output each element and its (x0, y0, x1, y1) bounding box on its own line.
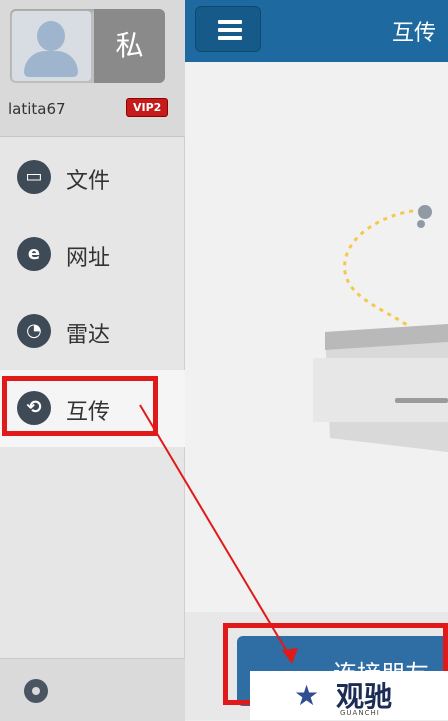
sidebar-footer (0, 658, 185, 721)
page-title: 互传 (391, 21, 436, 46)
profile-panel: 私 latita67 VIP2 (0, 0, 185, 137)
watermark: ★ 观驰 GUANCHI (250, 671, 448, 720)
username-label: latita67 (8, 100, 66, 118)
browser-e-icon: e (17, 237, 51, 271)
gear-icon[interactable] (24, 679, 48, 703)
avatar[interactable] (12, 11, 91, 81)
transfer-illustration (313, 205, 448, 452)
menu-icon (218, 28, 242, 32)
main-panel: 互传 (185, 0, 448, 720)
avatar-switcher[interactable]: 私 (10, 9, 165, 83)
menu-icon (218, 20, 242, 24)
highlight-box-transfer (2, 376, 158, 436)
top-bar: 互传 (185, 0, 448, 62)
sidebar-item-files[interactable]: ▭ 文件 (0, 139, 185, 216)
folder-icon: ▭ (17, 160, 51, 194)
watermark-subtext: GUANCHI (340, 709, 380, 717)
menu-icon (218, 36, 242, 40)
sidebar-item-label: 雷达 (66, 323, 111, 348)
private-mode-tab[interactable]: 私 (94, 9, 165, 83)
sidebar-item-radar[interactable]: ◔ 雷达 (0, 293, 185, 370)
sidebar: 私 latita67 VIP2 ▭ 文件 e 网址 ◔ 雷达 ⟲ 互传 (0, 0, 185, 721)
avatar-body-shape (24, 51, 78, 77)
watermark-star-icon: ★ (294, 679, 320, 712)
sidebar-item-web[interactable]: e 网址 (0, 216, 185, 293)
sidebar-item-label: 网址 (66, 246, 111, 271)
vip-badge: VIP2 (126, 98, 169, 117)
menu-button[interactable] (195, 6, 261, 52)
avatar-head-shape (37, 21, 65, 51)
sidebar-item-label: 文件 (66, 169, 111, 194)
radar-icon: ◔ (17, 314, 51, 348)
